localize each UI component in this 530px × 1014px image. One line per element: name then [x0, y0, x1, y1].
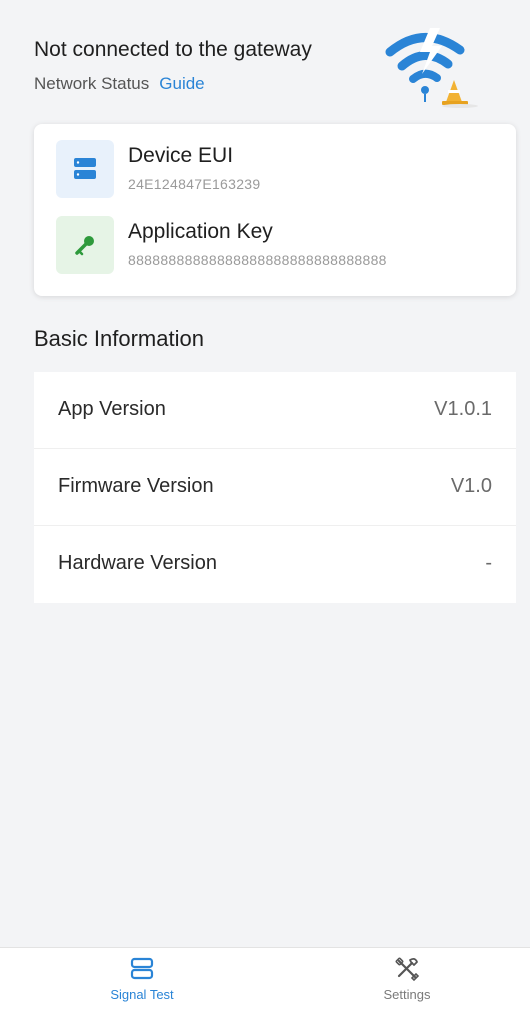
application-key-row[interactable]: Application Key 888888888888888888888888… — [56, 216, 496, 276]
device-eui-row[interactable]: Device EUI 24E124847E163239 — [56, 140, 496, 200]
tools-icon — [395, 957, 420, 982]
app-version-row: App Version V1.0.1 — [34, 372, 516, 449]
info-value: V1.0.1 — [434, 398, 492, 420]
bottom-navigation: Signal Test Settings — [0, 947, 530, 1014]
device-credentials-card: Device EUI 24E124847E163239 Application … — [34, 124, 516, 296]
server-icon — [56, 140, 114, 198]
device-eui-value: 24E124847E163239 — [128, 176, 261, 192]
key-icon — [56, 216, 114, 274]
device-eui-label: Device EUI — [128, 144, 234, 167]
application-key-label: Application Key — [128, 220, 273, 243]
basic-information-title: Basic Information — [34, 326, 204, 351]
connection-status-title: Not connected to the gateway — [34, 38, 312, 61]
network-status-label: Network Status — [34, 74, 150, 93]
wifi-warning-icon — [385, 28, 478, 108]
application-key-value: 88888888888888888888888888888888 — [128, 252, 387, 268]
info-value: V1.0 — [450, 475, 492, 497]
nav-signal-test[interactable]: Signal Test — [62, 954, 222, 1010]
basic-information-list: App Version V1.0.1 Firmware Version V1.0… — [34, 372, 516, 603]
nav-settings[interactable]: Settings — [327, 954, 487, 1010]
firmware-version-row: Firmware Version V1.0 — [34, 449, 516, 526]
nav-settings-label: Settings — [383, 987, 431, 1002]
server-icon — [130, 957, 154, 980]
nav-signal-test-label: Signal Test — [110, 987, 174, 1002]
status-header: Not connected to the gateway Network Sta… — [0, 0, 530, 120]
hardware-version-row: Hardware Version - — [34, 526, 516, 603]
network-status-line: Network Status Guide — [34, 74, 205, 94]
info-value: - — [485, 552, 492, 574]
guide-link[interactable]: Guide — [159, 74, 204, 93]
info-label: Hardware Version — [58, 552, 217, 574]
info-label: App Version — [58, 398, 166, 420]
info-label: Firmware Version — [58, 475, 214, 497]
